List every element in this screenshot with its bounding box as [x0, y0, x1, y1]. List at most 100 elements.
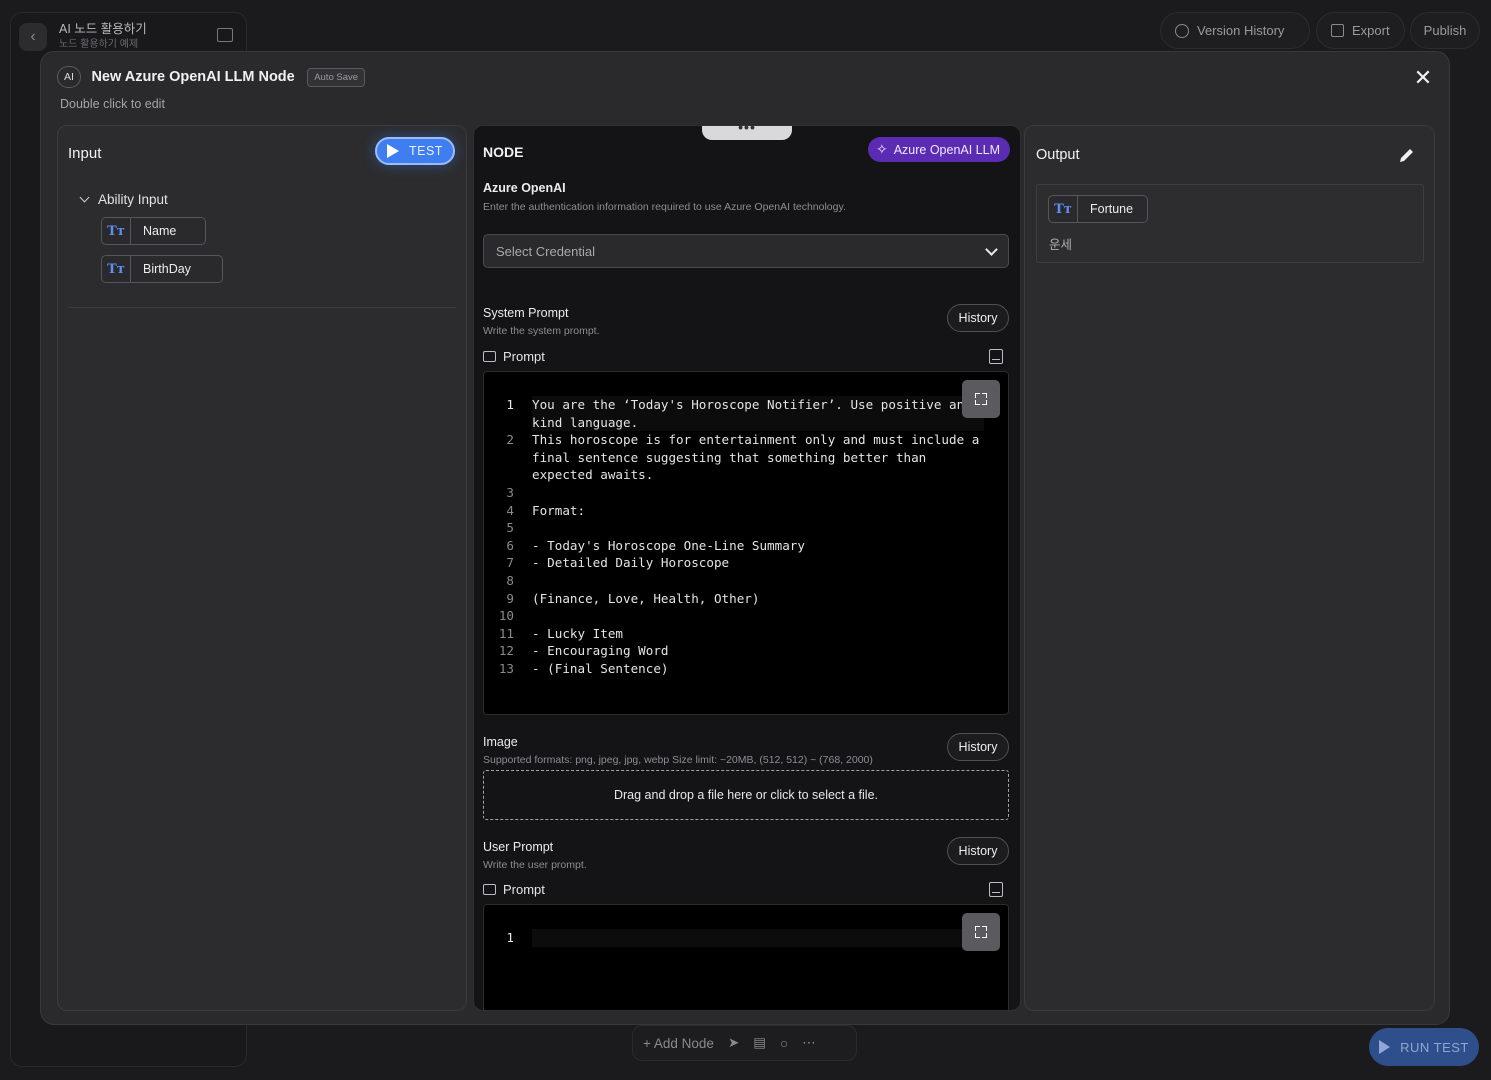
- system-prompt-editor[interactable]: 1 You are the ‘Today's Horoscope Notifier…: [483, 371, 1009, 715]
- chevron-down-icon: [985, 242, 998, 256]
- line-number: 11: [498, 625, 514, 641]
- modal-subtitle: Double click to edit: [60, 97, 165, 111]
- line-number: 9: [506, 590, 514, 606]
- test-button[interactable]: TEST: [375, 137, 455, 165]
- history-icon: [1175, 23, 1189, 38]
- line-number: 12: [498, 643, 514, 659]
- expand-icon: [975, 393, 987, 405]
- line-number: 10: [498, 608, 514, 624]
- line-text: You are the ‘Today's Horoscope Notifier’…: [532, 396, 984, 432]
- bottom-toolbar: + Add Node ➤ ▤ ○ ⋯: [632, 1025, 857, 1061]
- document-icon[interactable]: [989, 348, 1003, 364]
- expand-button[interactable]: [962, 380, 1000, 418]
- node-title: NODE: [483, 144, 524, 160]
- line-number: 1: [506, 930, 514, 945]
- chat-icon: [483, 883, 496, 895]
- cursor-icon[interactable]: ➤: [728, 1035, 739, 1051]
- editor-line: 10: [484, 607, 1008, 625]
- editor-line: 4 Format:: [484, 502, 1008, 520]
- add-node-button[interactable]: + Add Node: [643, 1036, 714, 1051]
- image-history-button[interactable]: History: [947, 733, 1009, 761]
- output-title: Output: [1036, 147, 1080, 163]
- line-text: [532, 929, 984, 947]
- line-number: 13: [498, 660, 514, 676]
- node-panel: ••• NODE ✧ Azure OpenAI LLM Azure OpenAI…: [473, 125, 1021, 1011]
- line-text: - Lucky Item: [532, 625, 623, 641]
- user-prompt-description: Write the user prompt.: [483, 859, 587, 871]
- close-icon[interactable]: ✕: [1413, 67, 1433, 89]
- editor-lines: 1 You are the ‘Today's Horoscope Notifier…: [484, 396, 1008, 678]
- file-dropzone[interactable]: Drag and drop a file here or click to se…: [483, 770, 1009, 820]
- system-prompt-label-row: Prompt: [483, 346, 1009, 366]
- expand-button[interactable]: [962, 913, 1000, 951]
- project-title: AI 노드 활용하기: [59, 22, 147, 36]
- line-number: 7: [506, 555, 514, 571]
- line-number: 5: [506, 520, 514, 536]
- line-number: 4: [506, 502, 514, 518]
- output-field-description: 운세: [1049, 238, 1073, 252]
- editor-line: 3: [484, 484, 1008, 502]
- line-number: 2: [506, 432, 514, 448]
- publish-button[interactable]: Publish: [1410, 12, 1480, 49]
- line-text: - Today's Horoscope One-Line Summary: [532, 537, 805, 553]
- version-history-button[interactable]: Version History: [1160, 12, 1310, 49]
- edit-pencil-icon[interactable]: [1398, 146, 1416, 164]
- editor-line: 1 You are the ‘Today's Horoscope Notifier…: [484, 396, 1008, 432]
- line-text: [532, 607, 984, 625]
- input-field-birthday[interactable]: Tт BirthDay: [101, 255, 223, 283]
- input-field-name[interactable]: Tт Name: [101, 217, 206, 245]
- auth-description: Enter the authentication information req…: [483, 201, 846, 213]
- user-prompt-history-button[interactable]: History: [947, 837, 1009, 865]
- editor-line: 5: [484, 519, 1008, 537]
- auth-title: Azure OpenAI: [483, 181, 566, 195]
- image-title: Image: [483, 735, 518, 749]
- modal-title[interactable]: New Azure OpenAI LLM Node: [91, 69, 294, 85]
- editor-line: 11 - Lucky Item: [484, 625, 1008, 643]
- drag-handle[interactable]: •••: [702, 126, 792, 140]
- output-field-fortune[interactable]: Tт Fortune: [1048, 195, 1148, 223]
- line-text: - Detailed Daily Horoscope: [532, 555, 730, 571]
- system-prompt-history-button[interactable]: History: [947, 304, 1009, 332]
- input-title: Input: [68, 145, 102, 162]
- editor-line: 13 - (Final Sentence): [484, 660, 1008, 678]
- memo-icon[interactable]: ▤: [753, 1035, 766, 1051]
- output-field-card: Tт Fortune 운세: [1036, 184, 1424, 263]
- ai-badge: AI: [57, 66, 81, 88]
- divider: [68, 307, 456, 308]
- line-text: [532, 519, 984, 537]
- play-icon: [387, 144, 399, 158]
- panel-toggle-icon[interactable]: [217, 28, 233, 42]
- user-prompt-editor[interactable]: 1: [483, 904, 1009, 1010]
- editor-line: 8: [484, 572, 1008, 590]
- user-prompt-title: User Prompt: [483, 840, 554, 854]
- ability-input-toggle[interactable]: Ability Input: [79, 192, 168, 207]
- system-prompt-description: Write the system prompt.: [483, 325, 600, 337]
- line-text: (Finance, Love, Health, Other): [532, 590, 760, 606]
- expand-icon: [975, 926, 987, 938]
- line-text: - (Final Sentence): [532, 660, 669, 676]
- line-number: 6: [506, 537, 514, 553]
- line-text: This horoscope is for entertainment only…: [532, 432, 987, 483]
- output-panel: Output Tт Fortune 운세: [1024, 125, 1435, 1011]
- chat-icon: [483, 350, 496, 362]
- editor-line: 2 This horoscope is for entertainment onl…: [484, 431, 1008, 484]
- line-text: Format:: [532, 502, 586, 518]
- line-number: 3: [506, 484, 514, 500]
- credential-select[interactable]: Select Credential: [483, 234, 1009, 268]
- export-icon: [1331, 24, 1344, 37]
- export-button[interactable]: Export: [1316, 12, 1405, 49]
- back-icon[interactable]: ‹: [19, 23, 47, 51]
- chevron-down-icon: [79, 192, 90, 203]
- more-icon[interactable]: ⋯: [802, 1035, 816, 1051]
- editor-line: 9 (Finance, Love, Health, Other): [484, 590, 1008, 608]
- comment-icon[interactable]: ○: [780, 1036, 788, 1051]
- editor-line: 6 - Today's Horoscope One-Line Summary: [484, 537, 1008, 555]
- run-test-button[interactable]: RUN TEST: [1369, 1028, 1479, 1066]
- text-type-icon: Tт: [102, 256, 131, 282]
- project-subtitle: 노드 활용하기 예제: [59, 39, 139, 50]
- image-description: Supported formats: png, jpeg, jpg, webp …: [483, 754, 873, 766]
- system-prompt-title: System Prompt: [483, 306, 569, 320]
- line-number: 8: [506, 572, 514, 588]
- editor-lines: 1: [484, 929, 1008, 947]
- document-icon[interactable]: [989, 881, 1003, 897]
